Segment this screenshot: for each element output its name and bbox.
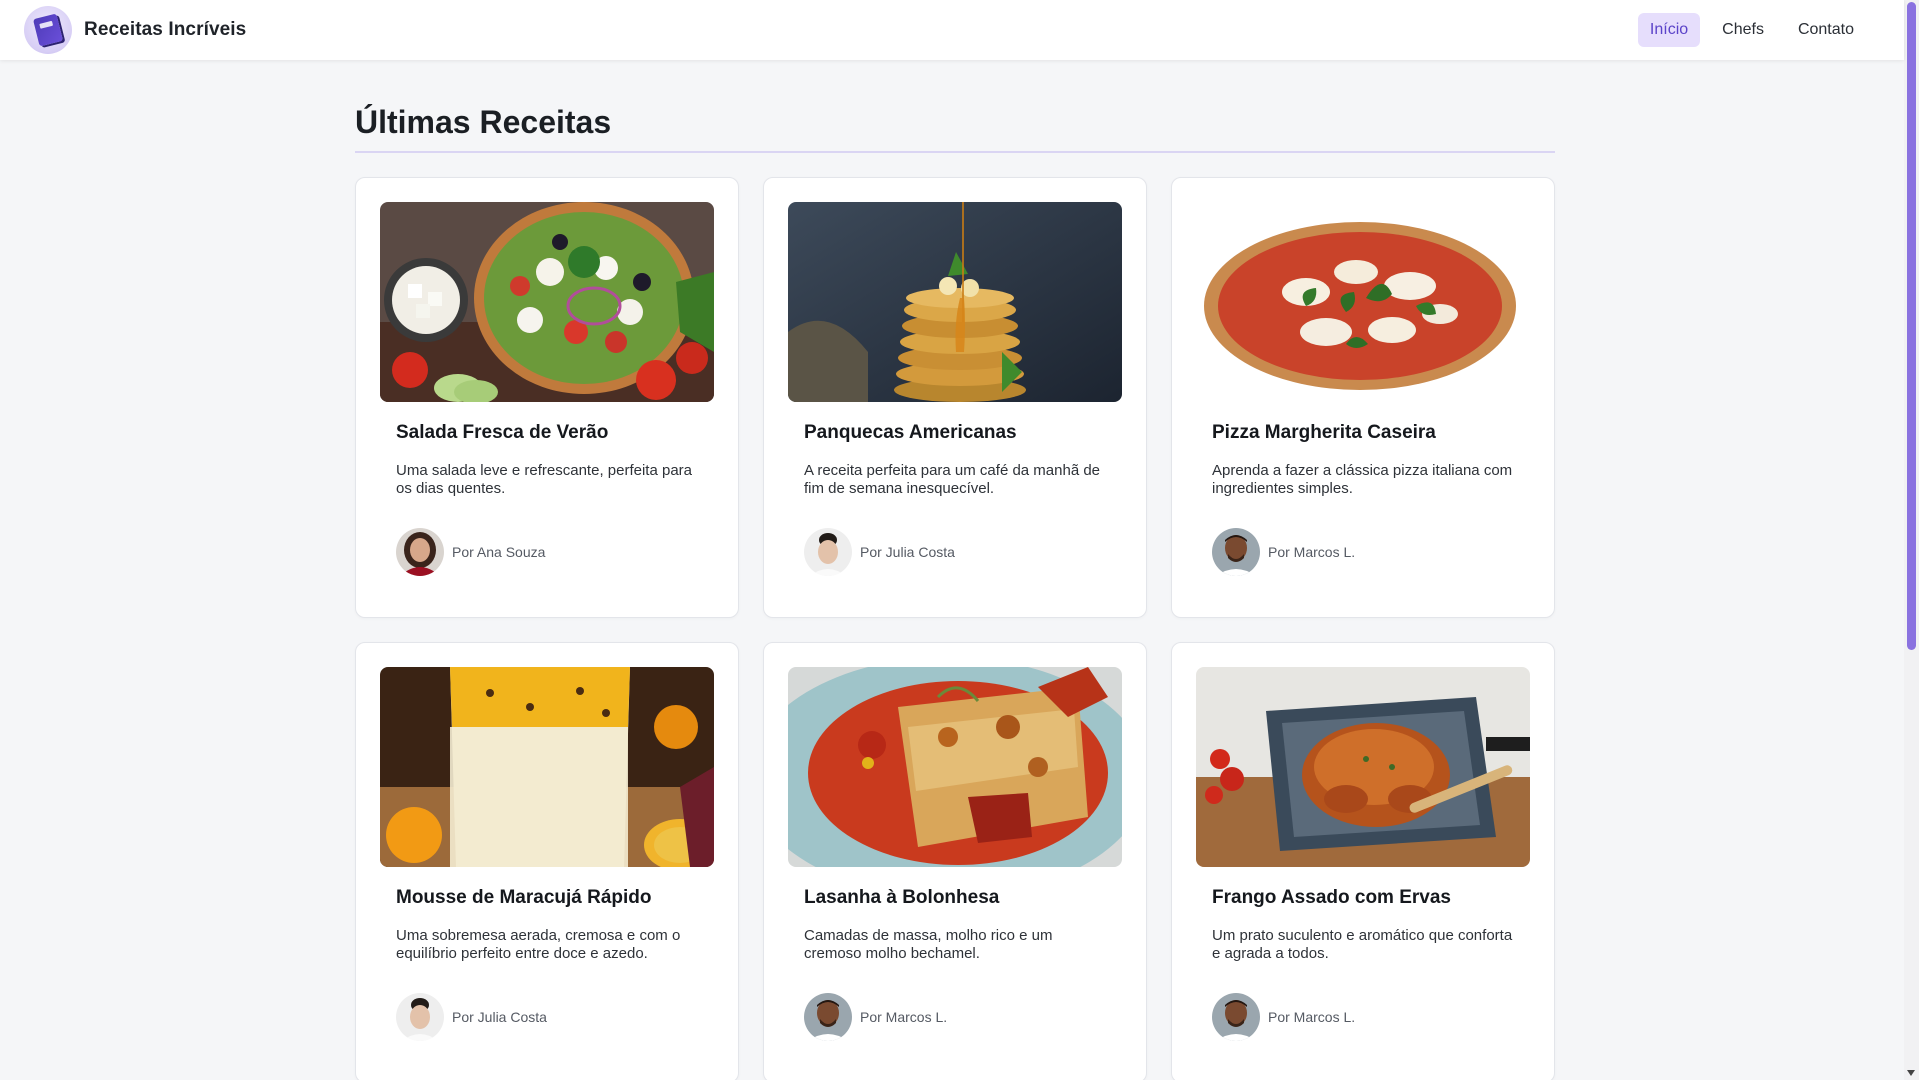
recipe-author: Por Julia Costa [396,993,698,1041]
recipe-author: Por Marcos L. [1212,528,1514,576]
recipe-title: Frango Assado com Ervas [1212,887,1451,908]
recipe-card[interactable]: Lasanha à Bolonhesa Camadas de massa, mo… [763,642,1147,1080]
recipe-book-icon [24,6,72,54]
nav-link-chefs[interactable]: Chefs [1710,13,1776,47]
lasagna-photo [788,667,1122,867]
chef-julia-avatar [804,528,852,576]
pancakes-photo [788,202,1122,402]
recipe-grid: Salada Fresca de Verão Uma salada leve e… [355,177,1555,1080]
brand-title: Receitas Incríveis [84,19,247,40]
recipe-description: Camadas de massa, molho rico e um cremos… [804,927,1053,962]
page-scrollbar[interactable] [1904,0,1919,1080]
author-name: Por Marcos L. [860,1009,948,1025]
chef-marcos-avatar [1212,993,1260,1041]
author-name: Por Marcos L. [1268,1009,1356,1025]
page-title: Últimas Receitas [355,104,1555,153]
mousse-photo [380,667,714,867]
recipe-card[interactable]: Mousse de Maracujá Rápido Uma sobremesa … [355,642,739,1080]
main-content: Últimas Receitas Salada Fresca de Verão … [355,60,1555,1080]
chef-marcos-avatar [804,993,852,1041]
nav-link-contato[interactable]: Contato [1786,13,1866,47]
recipe-author: Por Ana Souza [396,528,698,576]
recipe-card[interactable]: Salada Fresca de Verão Uma salada leve e… [355,177,739,618]
recipe-title: Panquecas Americanas [804,422,1017,443]
recipe-description: A receita perfeita para um café da manhã… [804,462,1101,497]
roast-chicken-photo [1196,667,1530,867]
author-name: Por Julia Costa [452,1009,547,1025]
scrollbar-thumb[interactable] [1907,2,1916,650]
recipe-description: Uma salada leve e refrescante, perfeita … [396,462,692,497]
recipe-title: Pizza Margherita Caseira [1212,422,1436,443]
brand-home-link[interactable]: Receitas Incríveis [24,6,246,54]
chef-ana-avatar [396,528,444,576]
recipe-card[interactable]: Frango Assado com Ervas Um prato suculen… [1171,642,1555,1080]
recipe-card[interactable]: Panquecas Americanas A receita perfeita … [763,177,1147,618]
recipe-title: Mousse de Maracujá Rápido [396,887,652,908]
recipe-author: Por Marcos L. [1212,993,1514,1041]
recipe-description: Um prato suculento e aromático que confo… [1212,927,1513,962]
top-navbar: Receitas Incríveis Início Chefs Contato [0,0,1904,60]
chef-julia-avatar [396,993,444,1041]
recipe-description: Uma sobremesa aerada, cremosa e com o eq… [396,927,681,962]
recipe-author: Por Julia Costa [804,528,1106,576]
recipe-title: Salada Fresca de Verão [396,422,609,443]
author-name: Por Ana Souza [452,544,546,560]
main-nav: Início Chefs Contato [1637,13,1866,47]
chef-marcos-avatar [1212,528,1260,576]
recipe-title: Lasanha à Bolonhesa [804,887,1000,908]
author-name: Por Marcos L. [1268,544,1356,560]
recipe-card[interactable]: Pizza Margherita Caseira Aprenda a fazer… [1171,177,1555,618]
salad-photo [380,202,714,402]
recipe-description: Aprenda a fazer a clássica pizza italian… [1212,462,1513,497]
recipe-author: Por Marcos L. [804,993,1106,1041]
pizza-photo [1196,202,1530,402]
scroll-down-arrow-icon[interactable] [1907,1070,1915,1076]
nav-link-inicio[interactable]: Início [1637,13,1701,47]
author-name: Por Julia Costa [860,544,955,560]
